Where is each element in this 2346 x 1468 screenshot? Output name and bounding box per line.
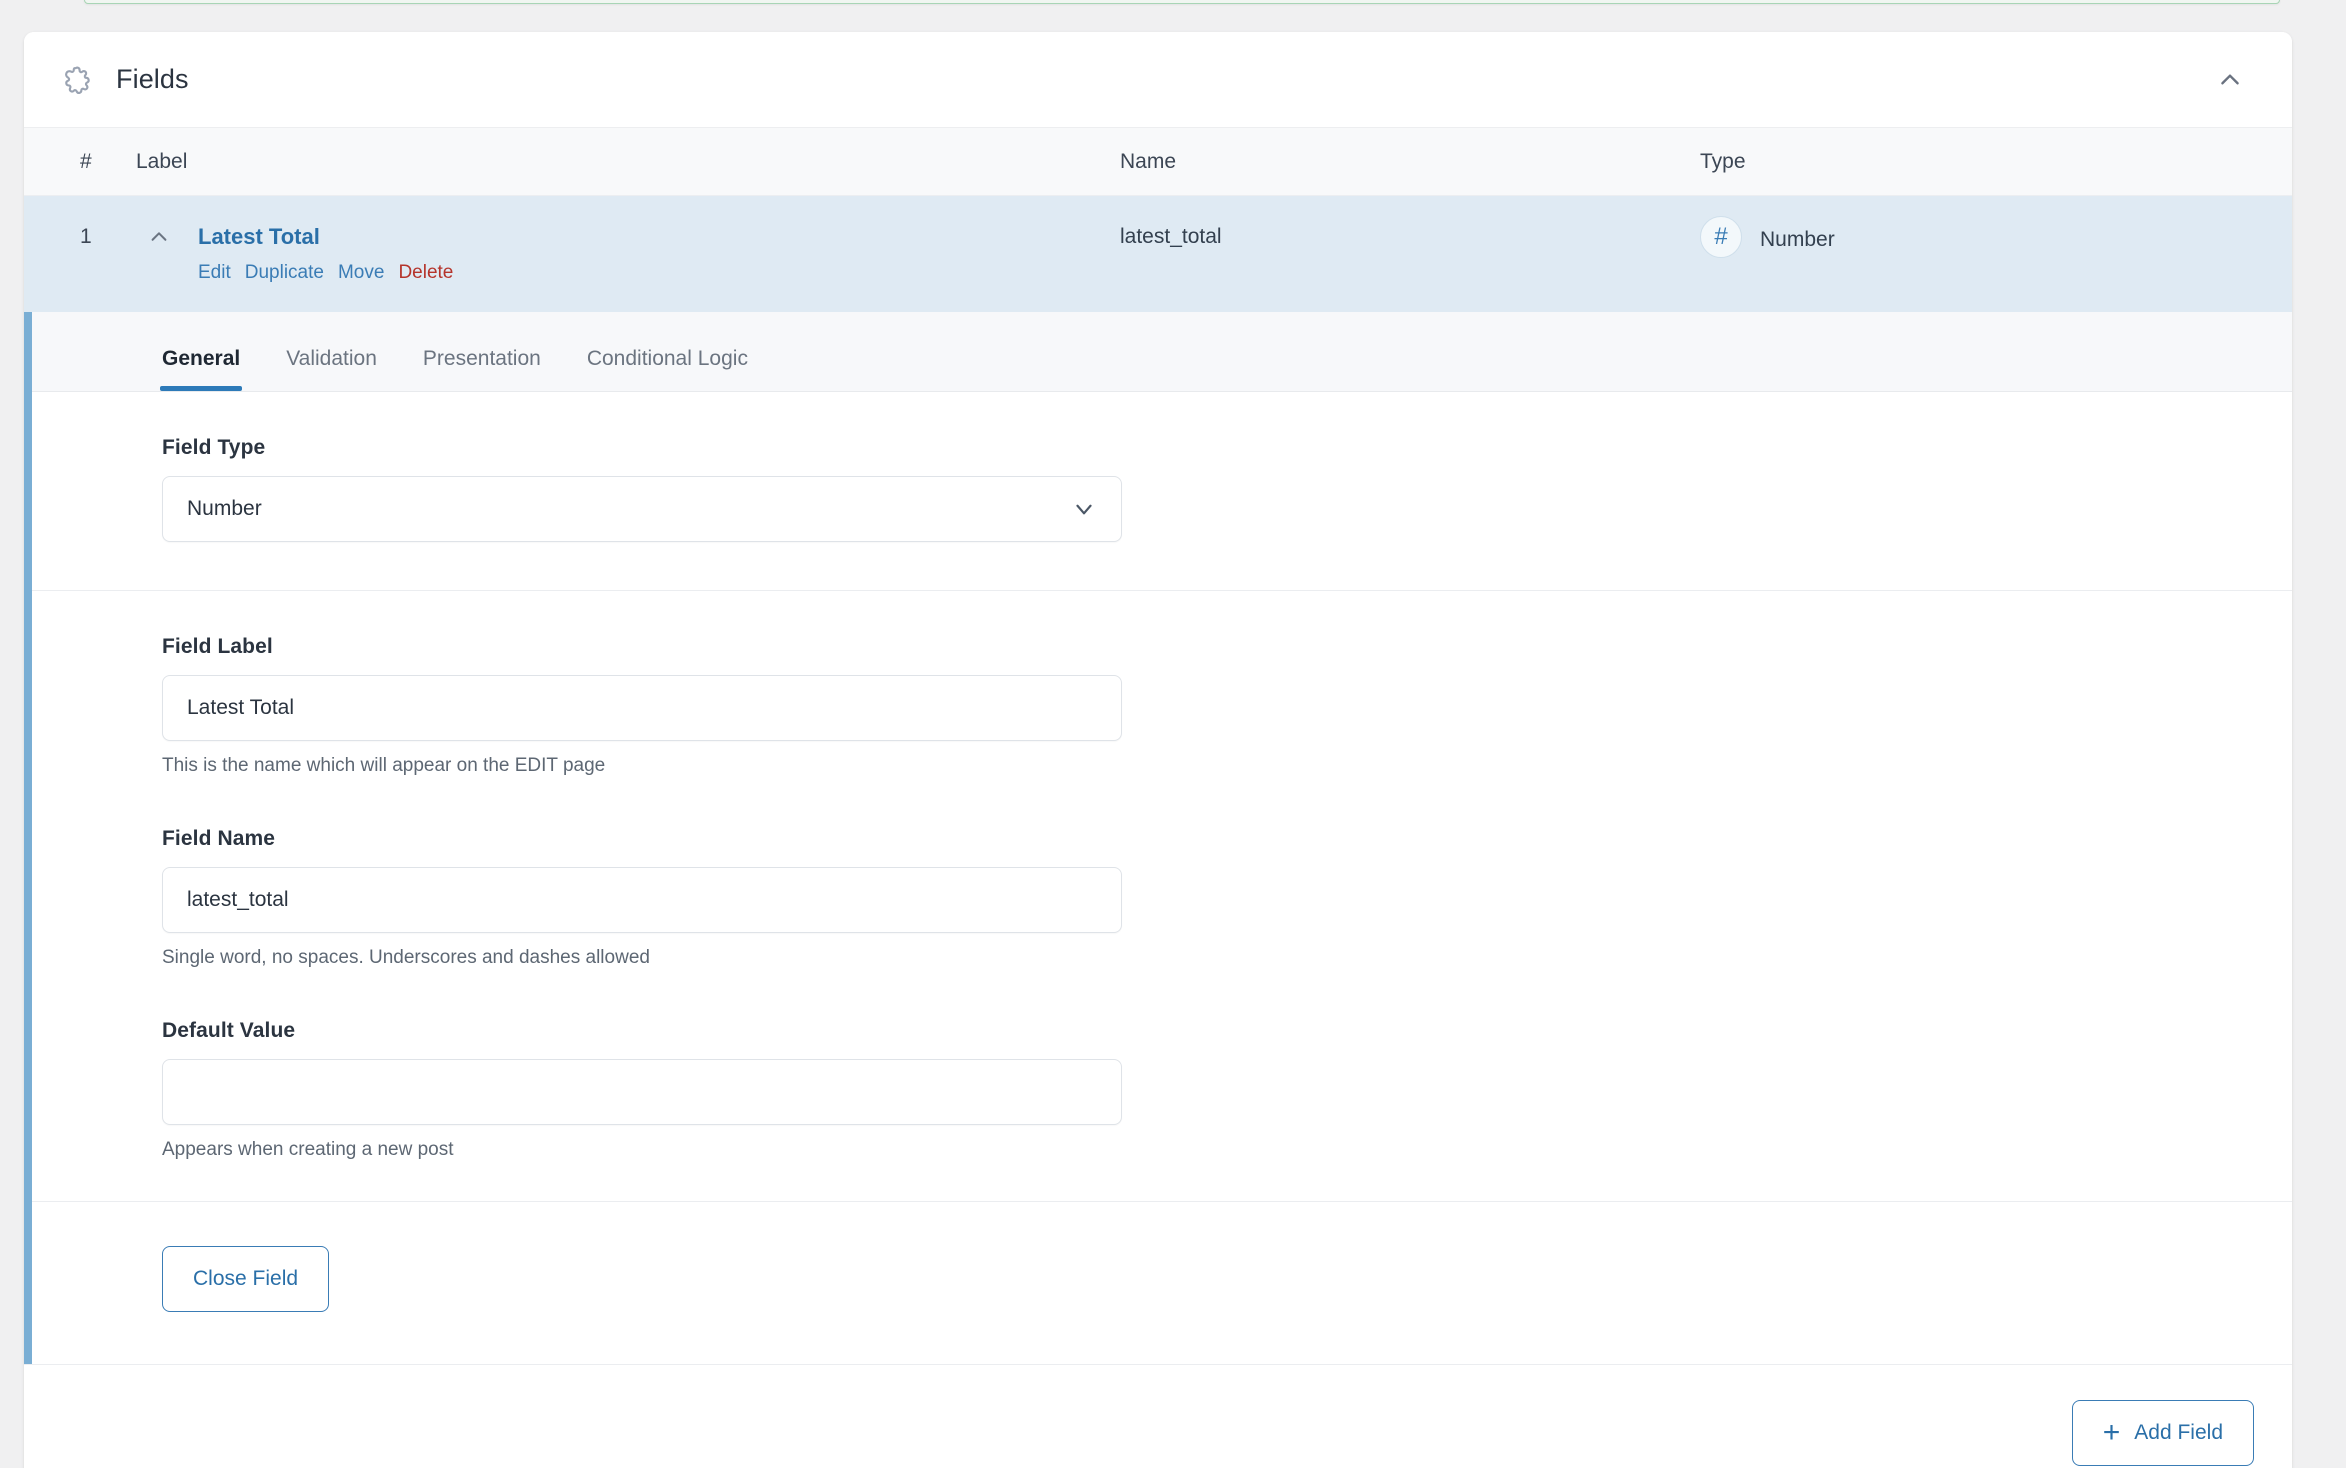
close-field-button-label: Close Field <box>193 1267 298 1291</box>
tab-general[interactable]: General <box>162 348 240 391</box>
default-value-input[interactable] <box>187 1060 1097 1124</box>
fields-table-header: # Label Name Type <box>24 128 2292 196</box>
field-type-select[interactable]: Number <box>162 476 1122 542</box>
field-type-label: Field Type <box>162 436 2292 460</box>
field-name-hint: Single word, no spaces. Underscores and … <box>162 947 2292 969</box>
default-value-input-wrap[interactable] <box>162 1059 1122 1125</box>
field-name-label: Field Name <box>162 827 2292 851</box>
hash-icon: # <box>1700 216 1742 258</box>
field-name-input[interactable] <box>187 868 1097 932</box>
chevron-up-icon <box>2217 67 2243 93</box>
fields-panel-header-left: Fields <box>62 64 189 96</box>
column-header-number: # <box>24 150 136 174</box>
default-value-hint: Appears when creating a new post <box>162 1139 2292 1161</box>
plus-icon: + <box>2103 1418 2121 1448</box>
row-field-name: latest_total <box>1120 222 1700 252</box>
chevron-up-icon <box>148 226 170 248</box>
row-field-label-link[interactable]: Latest Total <box>198 222 453 252</box>
page-root: Fields # Label Name Type 1 <box>0 0 2346 1468</box>
row-action-duplicate[interactable]: Duplicate <box>245 260 324 286</box>
field-label-hint: This is the name which will appear on th… <box>162 755 2292 777</box>
row-expand-toggle[interactable] <box>136 222 182 252</box>
field-label-block: Field Label This is the name which will … <box>162 635 2292 777</box>
field-type-value: Number <box>187 497 262 521</box>
field-settings-panel: General Validation Presentation Conditio… <box>24 312 2292 1364</box>
field-label-input[interactable] <box>187 676 1097 740</box>
field-name-input-wrap[interactable] <box>162 867 1122 933</box>
field-type-block: Field Type Number <box>162 436 2292 542</box>
page-title: Fields <box>116 64 189 95</box>
tab-conditional-logic[interactable]: Conditional Logic <box>587 348 748 391</box>
row-action-delete[interactable]: Delete <box>398 260 453 286</box>
fields-panel-footer: + Add Field <box>24 1364 2292 1468</box>
column-header-type: Type <box>1700 150 2292 174</box>
row-field-type: # Number <box>1700 222 2292 258</box>
tab-presentation[interactable]: Presentation <box>423 348 541 391</box>
field-label-label: Field Label <box>162 635 2292 659</box>
row-label-cell: Latest Total Edit Duplicate Move Delete <box>136 222 1120 286</box>
fields-panel-card: Fields # Label Name Type 1 <box>24 32 2292 1468</box>
table-row[interactable]: 1 Latest Total Edit Duplicate Move <box>24 196 2292 312</box>
add-field-button[interactable]: + Add Field <box>2072 1400 2254 1466</box>
chevron-down-icon <box>1071 496 1097 522</box>
default-value-block: Default Value Appears when creating a ne… <box>162 1019 2292 1161</box>
default-value-label: Default Value <box>162 1019 2292 1043</box>
field-type-section: Field Type Number <box>32 392 2292 591</box>
field-label-input-wrap[interactable] <box>162 675 1122 741</box>
row-action-move[interactable]: Move <box>338 260 384 286</box>
fields-panel-header: Fields <box>24 32 2292 128</box>
field-basics-section: Field Label This is the name which will … <box>32 591 2292 1202</box>
notice-banner-sliver <box>84 0 2280 4</box>
close-field-button[interactable]: Close Field <box>162 1246 329 1312</box>
field-settings-tabs: General Validation Presentation Conditio… <box>32 312 2292 392</box>
puzzle-icon <box>62 64 94 96</box>
row-field-type-label: Number <box>1760 225 1835 255</box>
column-header-name: Name <box>1120 150 1700 174</box>
row-actions: Edit Duplicate Move Delete <box>198 260 453 286</box>
tab-validation[interactable]: Validation <box>286 348 377 391</box>
field-name-block: Field Name Single word, no spaces. Under… <box>162 827 2292 969</box>
collapse-panel-button[interactable] <box>2202 52 2258 108</box>
column-header-label: Label <box>136 150 1120 174</box>
add-field-button-label: Add Field <box>2134 1421 2223 1445</box>
row-action-edit[interactable]: Edit <box>198 260 231 286</box>
row-number: 1 <box>24 222 136 252</box>
close-field-section: Close Field <box>32 1202 2292 1364</box>
